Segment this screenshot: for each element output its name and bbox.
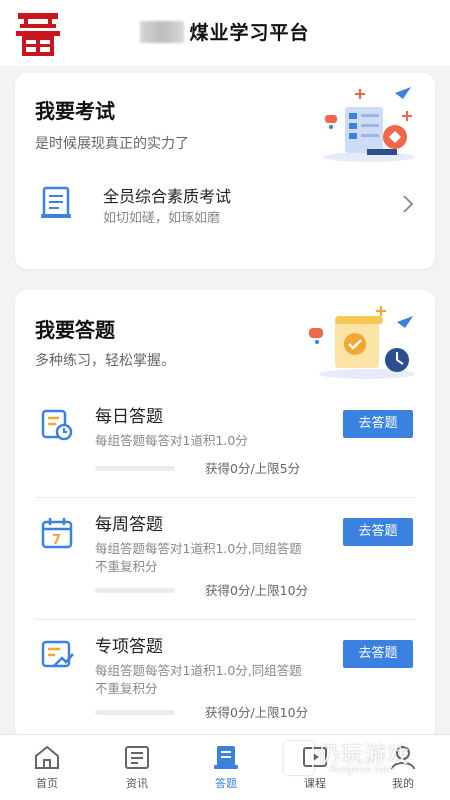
quiz-section-title: 我要答题: [35, 318, 115, 342]
exam-section-subtitle: 是时候展现真正的实力了: [35, 136, 189, 152]
tab-quiz[interactable]: 答题: [181, 735, 271, 800]
watermark-subtext: Rengwan.com: [330, 765, 394, 775]
app-header: 煤业学习平台: [0, 0, 450, 66]
special-quiz-icon: [41, 640, 74, 668]
quiz-item-row: 7 每周答题 每组答题每答对1道积1.0分,同组答题不重复积分 去答题 获得0分…: [35, 498, 415, 620]
progress-bar: [95, 588, 175, 593]
tab-news[interactable]: 资讯: [92, 735, 182, 800]
tab-home[interactable]: 首页: [2, 735, 92, 800]
svg-text:7: 7: [52, 533, 61, 548]
chevron-right-icon: [403, 195, 414, 213]
daily-quiz-icon: [41, 409, 73, 441]
go-answer-button[interactable]: 去答题: [343, 640, 413, 668]
quiz-item-score: 获得0分/上限10分: [205, 705, 309, 720]
quiz-item-desc: 每组答题每答对1道积1.0分,同组答题不重复积分: [95, 663, 302, 696]
quiz-item-name: 专项答题: [95, 637, 163, 657]
exam-illustration-icon: [323, 87, 415, 162]
go-answer-button[interactable]: 去答题: [343, 410, 413, 438]
tab-label: 答题: [215, 777, 237, 790]
progress-bar: [95, 710, 175, 715]
exam-section-title: 我要考试: [35, 99, 115, 123]
redacted-org-name: [140, 20, 185, 43]
exam-item-row[interactable]: 全员综合素质考试 如切如磋，如琢如磨: [15, 171, 435, 241]
quiz-item-row: 专项答题 每组答题每答对1道积1.0分,同组答题不重复积分 去答题 获得0分/上…: [35, 620, 415, 740]
go-answer-button[interactable]: 去答题: [343, 518, 413, 546]
quiz-item-desc: 每组答题每答对1道积1.0分: [95, 433, 248, 448]
exam-item-desc: 如切如磋，如琢如磨: [103, 211, 221, 226]
watermark-logo-icon: [284, 741, 314, 775]
quiz-item-score: 获得0分/上限5分: [205, 461, 301, 476]
quiz-icon: [214, 746, 238, 769]
tab-label: 资讯: [126, 777, 148, 790]
quiz-item-row: 每日答题 每组答题每答对1道积1.0分 去答题 获得0分/上限5分: [35, 390, 415, 498]
news-icon: [125, 746, 149, 769]
quiz-item-name: 每周答题: [95, 515, 163, 535]
progress-bar: [95, 466, 175, 471]
quiz-item-desc: 每组答题每答对1道积1.0分,同组答题不重复积分: [95, 541, 302, 574]
exam-card: 我要考试 是时候展现真正的实力了 全员综合素质考试 如切如磋，如琢如磨: [15, 73, 435, 269]
page-title: 煤业学习平台: [189, 22, 310, 44]
watermark: 仍玩游戏 Rengwan.com: [278, 735, 428, 787]
quiz-section-subtitle: 多种练习，轻松掌握。: [35, 353, 175, 369]
home-icon: [35, 745, 59, 769]
exam-item-name: 全员综合素质考试: [103, 187, 232, 206]
exam-paper-icon: [41, 186, 71, 218]
tab-label: 首页: [36, 777, 58, 790]
quiz-item-name: 每日答题: [95, 407, 163, 427]
quiz-item-score: 获得0分/上限10分: [205, 583, 309, 598]
calendar-icon: 7: [41, 518, 73, 549]
quiz-card: 我要答题 多种练习，轻松掌握。 每日答题 每组答题每答对1道积1.0分 去答题 …: [15, 290, 435, 740]
quiz-illustration-icon: [309, 306, 415, 379]
